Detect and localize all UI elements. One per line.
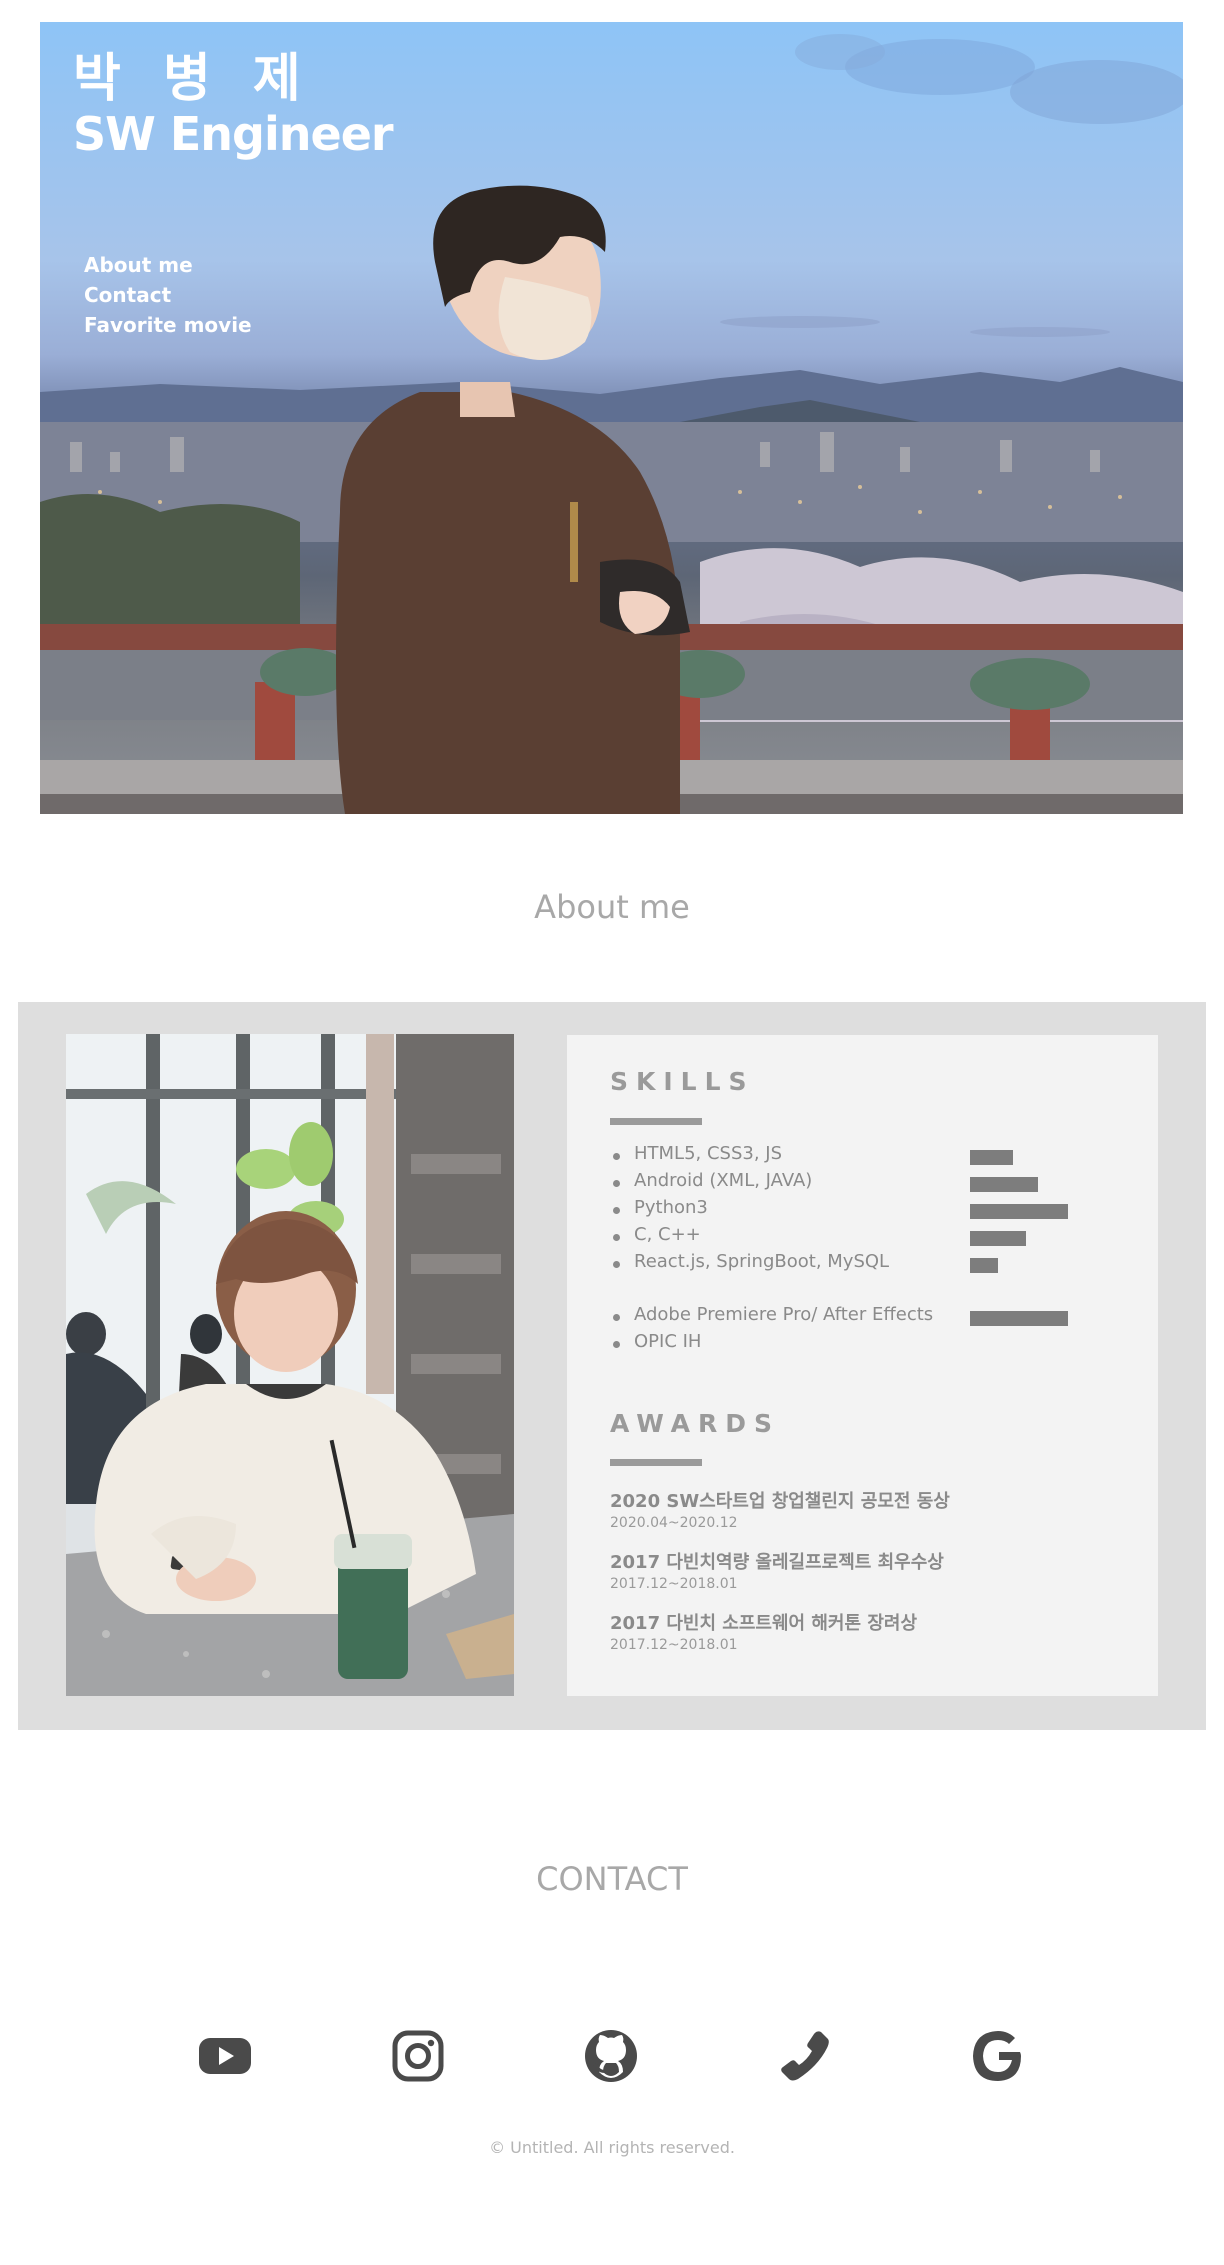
bullet-icon (613, 1234, 620, 1241)
awards-title: AWARDS (610, 1409, 781, 1438)
award-date: 2017.12~2018.01 (610, 1576, 738, 1592)
skill-item: React.js, SpringBoot, MySQL (610, 1251, 1130, 1278)
hero-title: 박 병 제 SW Engineer (73, 49, 394, 161)
skill-label: Android (XML, JAVA) (634, 1170, 813, 1191)
contact-icons (0, 2026, 1224, 2086)
skills-divider (610, 1118, 702, 1125)
github-icon[interactable] (581, 2026, 641, 2086)
awards-list: 2020 SW스타트업 창업챌린지 공모전 동상 2020.04~2020.12… (610, 1490, 1130, 1673)
contact-heading: CONTACT (536, 1860, 688, 1898)
award-item: 2017 다빈치역량 올레길프로젝트 최우수상 2017.12~2018.01 (610, 1551, 1130, 1612)
nav-link-about-me[interactable]: About me (84, 250, 252, 280)
footer-copyright: © Untitled. All rights reserved. (489, 2138, 735, 2157)
about-heading: About me (534, 888, 690, 926)
author-role: SW Engineer (73, 107, 394, 161)
skill-level-bar (970, 1204, 1068, 1219)
bullet-icon (613, 1180, 620, 1187)
award-date: 2020.04~2020.12 (610, 1515, 738, 1531)
skill-item: Adobe Premiere Pro/ After Effects (610, 1304, 1130, 1331)
skill-item: C, C++ (610, 1224, 1130, 1251)
resume-card: SKILLS HTML5, CSS3, JS Android (XML, JAV… (567, 1035, 1158, 1696)
award-title: 2017 다빈치 소프트웨어 해커톤 장려상 (610, 1613, 918, 1634)
nav-link-contact[interactable]: Contact (84, 280, 252, 310)
award-date: 2017.12~2018.01 (610, 1637, 738, 1653)
skill-level-bar (970, 1258, 999, 1273)
skill-item: Android (XML, JAVA) (610, 1170, 1130, 1197)
awards-divider (610, 1459, 702, 1466)
youtube-icon[interactable] (195, 2026, 255, 2086)
skill-item: OPIC IH (610, 1331, 1130, 1358)
award-item: 2020 SW스타트업 창업챌린지 공모전 동상 2020.04~2020.12 (610, 1490, 1130, 1551)
profile-photo (66, 1034, 514, 1696)
author-name: 박 병 제 (73, 49, 313, 109)
skills-list: HTML5, CSS3, JS Android (XML, JAVA) Pyth… (610, 1143, 1130, 1358)
bullet-icon (613, 1207, 620, 1214)
skill-label: Python3 (634, 1197, 708, 1218)
skill-label: HTML5, CSS3, JS (634, 1143, 783, 1164)
award-title: 2017 다빈치역량 올레길프로젝트 최우수상 (610, 1552, 944, 1573)
skill-item: HTML5, CSS3, JS (610, 1143, 1130, 1170)
phone-icon[interactable] (774, 2026, 834, 2086)
skill-level-bar (970, 1311, 1068, 1326)
skill-label: React.js, SpringBoot, MySQL (634, 1251, 890, 1272)
skill-label: OPIC IH (634, 1331, 702, 1352)
award-item: 2017 다빈치 소프트웨어 해커톤 장려상 2017.12~2018.01 (610, 1612, 1130, 1673)
bullet-icon (613, 1341, 620, 1348)
hero-banner: 박 병 제 SW Engineer About me Contact Favor… (40, 22, 1183, 814)
skill-level-bar (970, 1150, 1014, 1165)
skill-level-bar (970, 1177, 1038, 1192)
bullet-icon (613, 1153, 620, 1160)
skill-item: Python3 (610, 1197, 1130, 1224)
bullet-icon (613, 1314, 620, 1321)
skill-label: C, C++ (634, 1224, 701, 1245)
skills-title: SKILLS (610, 1067, 755, 1096)
instagram-icon[interactable] (388, 2026, 448, 2086)
bullet-icon (613, 1261, 620, 1268)
skill-label: Adobe Premiere Pro/ After Effects (634, 1304, 934, 1325)
skill-level-bar (970, 1231, 1026, 1246)
award-title: 2020 SW스타트업 창업챌린지 공모전 동상 (610, 1491, 950, 1512)
google-icon[interactable] (968, 2026, 1028, 2086)
nav-link-favorite-movie[interactable]: Favorite movie (84, 310, 252, 340)
about-panel: SKILLS HTML5, CSS3, JS Android (XML, JAV… (18, 1002, 1206, 1730)
hero-nav: About me Contact Favorite movie (84, 250, 252, 340)
